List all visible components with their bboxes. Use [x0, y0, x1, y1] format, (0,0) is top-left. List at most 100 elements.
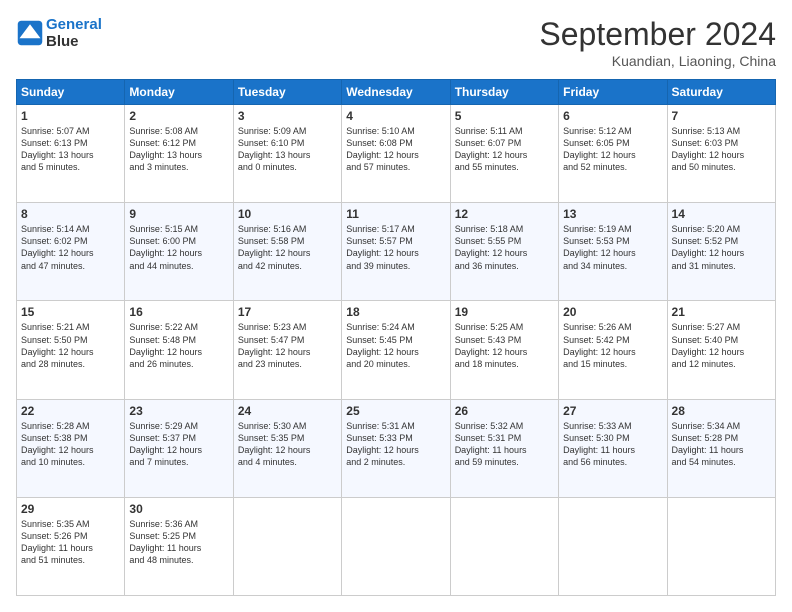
- cell-content: Sunrise: 5:28 AMSunset: 5:38 PMDaylight:…: [21, 420, 120, 469]
- daylight-minutes-text: and 20 minutes.: [346, 358, 445, 370]
- sunrise-text: Sunrise: 5:19 AM: [563, 223, 662, 235]
- cell-content: Sunrise: 5:29 AMSunset: 5:37 PMDaylight:…: [129, 420, 228, 469]
- daylight-minutes-text: and 51 minutes.: [21, 554, 120, 566]
- cell-content: Sunrise: 5:34 AMSunset: 5:28 PMDaylight:…: [672, 420, 771, 469]
- day-number: 21: [672, 305, 771, 319]
- sunset-text: Sunset: 5:37 PM: [129, 432, 228, 444]
- day-number: 23: [129, 404, 228, 418]
- daylight-minutes-text: and 23 minutes.: [238, 358, 337, 370]
- cell-content: Sunrise: 5:07 AMSunset: 6:13 PMDaylight:…: [21, 125, 120, 174]
- sunset-text: Sunset: 5:30 PM: [563, 432, 662, 444]
- sunset-text: Sunset: 5:40 PM: [672, 334, 771, 346]
- daylight-text: Daylight: 11 hours: [21, 542, 120, 554]
- cell-content: Sunrise: 5:18 AMSunset: 5:55 PMDaylight:…: [455, 223, 554, 272]
- daylight-text: Daylight: 12 hours: [129, 346, 228, 358]
- cell-content: Sunrise: 5:25 AMSunset: 5:43 PMDaylight:…: [455, 321, 554, 370]
- daylight-minutes-text: and 36 minutes.: [455, 260, 554, 272]
- logo-text: General Blue: [46, 16, 102, 50]
- day-number: 17: [238, 305, 337, 319]
- daylight-text: Daylight: 12 hours: [563, 149, 662, 161]
- weekday-header-monday: Monday: [125, 80, 233, 105]
- day-number: 6: [563, 109, 662, 123]
- sunset-text: Sunset: 6:02 PM: [21, 235, 120, 247]
- sunrise-text: Sunrise: 5:23 AM: [238, 321, 337, 333]
- daylight-text: Daylight: 12 hours: [346, 149, 445, 161]
- sunrise-text: Sunrise: 5:27 AM: [672, 321, 771, 333]
- sunset-text: Sunset: 5:35 PM: [238, 432, 337, 444]
- daylight-text: Daylight: 13 hours: [238, 149, 337, 161]
- sunrise-text: Sunrise: 5:22 AM: [129, 321, 228, 333]
- daylight-minutes-text: and 34 minutes.: [563, 260, 662, 272]
- sunset-text: Sunset: 5:26 PM: [21, 530, 120, 542]
- day-number: 18: [346, 305, 445, 319]
- daylight-text: Daylight: 13 hours: [129, 149, 228, 161]
- sunset-text: Sunset: 5:28 PM: [672, 432, 771, 444]
- sunset-text: Sunset: 5:48 PM: [129, 334, 228, 346]
- cell-content: Sunrise: 5:32 AMSunset: 5:31 PMDaylight:…: [455, 420, 554, 469]
- sunset-text: Sunset: 5:31 PM: [455, 432, 554, 444]
- cell-content: Sunrise: 5:27 AMSunset: 5:40 PMDaylight:…: [672, 321, 771, 370]
- daylight-minutes-text: and 5 minutes.: [21, 161, 120, 173]
- calendar-table: SundayMondayTuesdayWednesdayThursdayFrid…: [16, 79, 776, 596]
- day-number: 5: [455, 109, 554, 123]
- cell-content: Sunrise: 5:30 AMSunset: 5:35 PMDaylight:…: [238, 420, 337, 469]
- daylight-minutes-text: and 31 minutes.: [672, 260, 771, 272]
- day-number: 20: [563, 305, 662, 319]
- calendar-cell: 7Sunrise: 5:13 AMSunset: 6:03 PMDaylight…: [667, 105, 775, 203]
- logo-line2: Blue: [46, 33, 102, 50]
- calendar-cell: [667, 497, 775, 595]
- sunset-text: Sunset: 6:12 PM: [129, 137, 228, 149]
- title-block: September 2024 Kuandian, Liaoning, China: [539, 16, 776, 69]
- cell-content: Sunrise: 5:12 AMSunset: 6:05 PMDaylight:…: [563, 125, 662, 174]
- sunrise-text: Sunrise: 5:10 AM: [346, 125, 445, 137]
- calendar-cell: 28 Sunrise: 5:34 AMSunset: 5:28 PMDayligh…: [667, 399, 775, 497]
- daylight-text: Daylight: 11 hours: [563, 444, 662, 456]
- daylight-text: Daylight: 12 hours: [455, 149, 554, 161]
- calendar-cell: 29Sunrise: 5:35 AMSunset: 5:26 PMDayligh…: [17, 497, 125, 595]
- sunrise-text: Sunrise: 5:36 AM: [129, 518, 228, 530]
- daylight-minutes-text: and 48 minutes.: [129, 554, 228, 566]
- sunset-text: Sunset: 5:33 PM: [346, 432, 445, 444]
- logo-inner: General Blue: [16, 16, 102, 50]
- calendar-cell: [342, 497, 450, 595]
- weekday-header-wednesday: Wednesday: [342, 80, 450, 105]
- cell-content: Sunrise: 5:19 AMSunset: 5:53 PMDaylight:…: [563, 223, 662, 272]
- calendar-cell: 5Sunrise: 5:11 AMSunset: 6:07 PMDaylight…: [450, 105, 558, 203]
- daylight-text: Daylight: 11 hours: [672, 444, 771, 456]
- daylight-text: Daylight: 12 hours: [455, 247, 554, 259]
- daylight-minutes-text: and 56 minutes.: [563, 456, 662, 468]
- sunset-text: Sunset: 6:10 PM: [238, 137, 337, 149]
- calendar-cell: 12Sunrise: 5:18 AMSunset: 5:55 PMDayligh…: [450, 203, 558, 301]
- daylight-text: Daylight: 12 hours: [346, 444, 445, 456]
- weekday-header-sunday: Sunday: [17, 80, 125, 105]
- sunrise-text: Sunrise: 5:11 AM: [455, 125, 554, 137]
- daylight-minutes-text: and 26 minutes.: [129, 358, 228, 370]
- sunrise-text: Sunrise: 5:07 AM: [21, 125, 120, 137]
- sunrise-text: Sunrise: 5:13 AM: [672, 125, 771, 137]
- sunset-text: Sunset: 5:52 PM: [672, 235, 771, 247]
- calendar-cell: 21 Sunrise: 5:27 AMSunset: 5:40 PMDayligh…: [667, 301, 775, 399]
- daylight-minutes-text: and 52 minutes.: [563, 161, 662, 173]
- cell-content: Sunrise: 5:08 AMSunset: 6:12 PMDaylight:…: [129, 125, 228, 174]
- daylight-minutes-text: and 50 minutes.: [672, 161, 771, 173]
- daylight-text: Daylight: 12 hours: [21, 247, 120, 259]
- cell-content: Sunrise: 5:36 AMSunset: 5:25 PMDaylight:…: [129, 518, 228, 567]
- daylight-minutes-text: and 44 minutes.: [129, 260, 228, 272]
- daylight-text: Daylight: 12 hours: [129, 247, 228, 259]
- day-number: 10: [238, 207, 337, 221]
- calendar-week-4: 22Sunrise: 5:28 AMSunset: 5:38 PMDayligh…: [17, 399, 776, 497]
- day-number: 28: [672, 404, 771, 418]
- sunset-text: Sunset: 5:50 PM: [21, 334, 120, 346]
- daylight-text: Daylight: 12 hours: [346, 346, 445, 358]
- calendar-cell: 15Sunrise: 5:21 AMSunset: 5:50 PMDayligh…: [17, 301, 125, 399]
- daylight-text: Daylight: 12 hours: [672, 346, 771, 358]
- daylight-minutes-text: and 10 minutes.: [21, 456, 120, 468]
- calendar-cell: [450, 497, 558, 595]
- day-number: 1: [21, 109, 120, 123]
- sunrise-text: Sunrise: 5:21 AM: [21, 321, 120, 333]
- daylight-text: Daylight: 12 hours: [238, 444, 337, 456]
- calendar-week-2: 8Sunrise: 5:14 AMSunset: 6:02 PMDaylight…: [17, 203, 776, 301]
- day-number: 13: [563, 207, 662, 221]
- day-number: 16: [129, 305, 228, 319]
- sunset-text: Sunset: 5:43 PM: [455, 334, 554, 346]
